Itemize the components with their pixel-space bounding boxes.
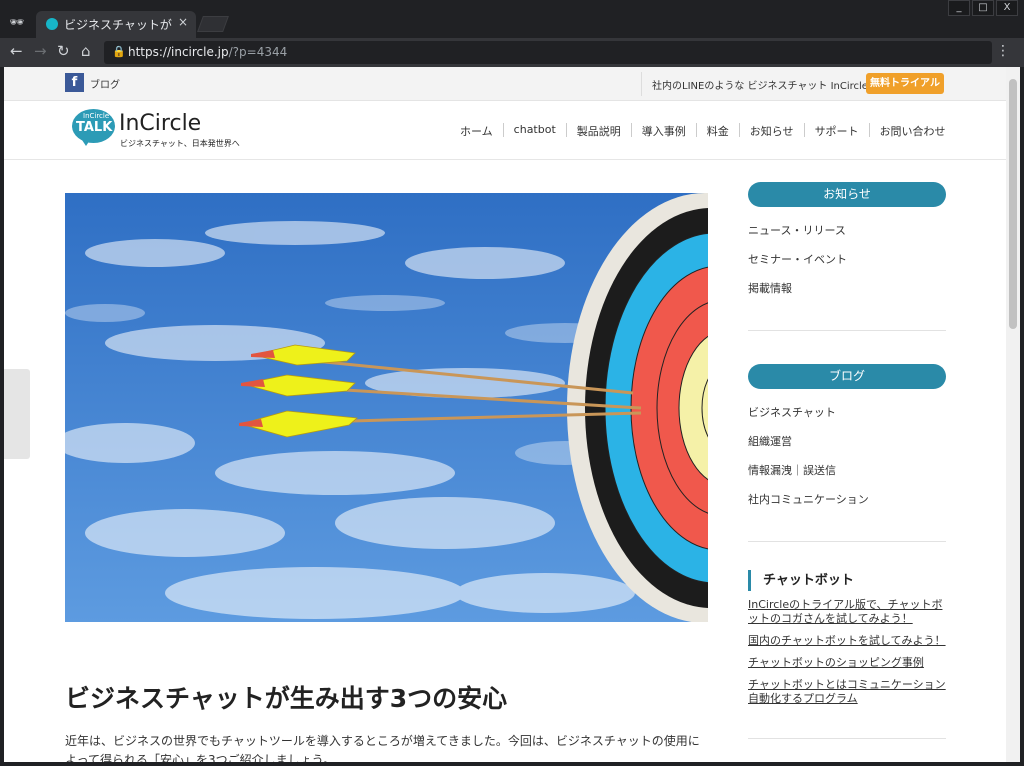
sidebar-news-link[interactable]: セミナー・イベント xyxy=(748,251,847,267)
new-tab-button[interactable] xyxy=(197,16,229,32)
nav-pricing[interactable]: 料金 xyxy=(695,123,739,138)
logo-small-text: InCircle xyxy=(83,112,110,120)
global-nav: ホーム chatbot 製品説明 導入事例 料金 お知らせ サポート お問い合わ… xyxy=(460,123,956,138)
scrollbar-thumb[interactable] xyxy=(1009,79,1017,329)
sidebar-blog-link[interactable]: ビジネスチャット xyxy=(748,404,836,420)
nav-news[interactable]: お知らせ xyxy=(738,123,804,138)
logo-talk-text: TALK xyxy=(76,120,113,135)
minimize-button[interactable]: _ xyxy=(948,0,970,16)
site-topbar: f ブログ 社内のLINEのような ビジネスチャット InCircle 無料トラ… xyxy=(4,67,1006,101)
sidebar-news-link[interactable]: 掲載情報 xyxy=(748,280,792,296)
topbar-divider xyxy=(641,72,642,96)
sidebar-news-heading[interactable]: お知らせ xyxy=(748,182,946,207)
sidebar-divider xyxy=(748,330,946,331)
article-intro: 近年は、ビジネスの世界でもチャットツールを導入するところが増えてきました。今回は… xyxy=(65,734,700,762)
sidebar-divider xyxy=(748,541,946,542)
logo-bubble-tail xyxy=(80,137,92,146)
url-host: https://incircle.jp xyxy=(128,45,229,59)
tab-title: ビジネスチャットが生み xyxy=(64,18,172,32)
favicon-icon xyxy=(46,18,58,30)
nav-home[interactable]: ホーム xyxy=(460,123,503,138)
browser-tabstrip: 🕶 ビジネスチャットが生み × _ □ X xyxy=(0,0,1024,38)
site-header: InCircle TALK InCircle ビジネスチャット、日本発世界へ ホ… xyxy=(4,101,1006,160)
sidebar-blog-link[interactable]: 社内コミュニケーション xyxy=(748,491,869,507)
logo-name[interactable]: InCircle xyxy=(119,111,201,136)
sidebar-chatbot-link[interactable]: チャットボットのショッピング事例 xyxy=(748,656,948,670)
nav-chatbot[interactable]: chatbot xyxy=(502,123,566,137)
nav-product[interactable]: 製品説明 xyxy=(565,123,631,138)
lock-icon: 🔒 xyxy=(112,45,126,58)
url-path: /?p=4344 xyxy=(228,45,288,59)
sidebar-divider xyxy=(748,738,946,739)
sidebar-blog-link[interactable]: 組織運営 xyxy=(748,433,792,449)
page-scrollbar[interactable] xyxy=(1006,67,1020,762)
nav-cases[interactable]: 導入事例 xyxy=(630,123,696,138)
free-trial-button[interactable]: 無料トライアル xyxy=(866,73,944,94)
browser-toolbar: ← → ↻ ⌂ 🔒 https://incircle.jp/?p=4344 ⋮ xyxy=(0,38,1024,67)
archery-target-illustration xyxy=(65,193,708,622)
sidebar-blog-heading[interactable]: ブログ xyxy=(748,364,946,389)
topbar-blog-link[interactable]: ブログ xyxy=(90,76,120,91)
browser-menu-icon[interactable]: ⋮ xyxy=(996,43,1010,59)
nav-contact[interactable]: お問い合わせ xyxy=(868,123,956,138)
page-viewport: f ブログ 社内のLINEのような ビジネスチャット InCircle 無料トラ… xyxy=(4,67,1020,762)
sidebar-chatbot-link[interactable]: 国内のチャットボットを試してみよう！ xyxy=(748,634,948,648)
home-icon[interactable]: ⌂ xyxy=(81,42,91,60)
article-title: ビジネスチャットが生み出す3つの安心 xyxy=(65,684,508,713)
back-icon[interactable]: ← xyxy=(10,42,23,60)
nav-support[interactable]: サポート xyxy=(803,123,869,138)
sidebar-chatbot-link[interactable]: InCircleのトライアル版で、チャットボットのコガさんを試してみよう！ xyxy=(748,598,948,626)
url-text: https://incircle.jp/?p=4344 xyxy=(128,45,287,59)
hero-image xyxy=(65,193,708,622)
reload-icon[interactable]: ↻ xyxy=(57,42,70,60)
side-drawer-tab[interactable] xyxy=(4,369,30,459)
maximize-button[interactable]: □ xyxy=(972,0,994,16)
sidebar-chatbot-link[interactable]: チャットボットとはコミュニケーション自動化するプログラム xyxy=(748,678,948,706)
window-controls: _ □ X xyxy=(946,0,1018,16)
close-window-button[interactable]: X xyxy=(996,0,1018,16)
facebook-icon[interactable]: f xyxy=(65,73,84,92)
address-bar[interactable]: 🔒 https://incircle.jp/?p=4344 xyxy=(104,41,992,64)
tab-close-icon[interactable]: × xyxy=(178,15,188,29)
logo-subtitle: ビジネスチャット、日本発世界へ xyxy=(120,139,240,148)
sidebar-chatbot-heading: チャットボット xyxy=(748,570,854,591)
forward-icon[interactable]: → xyxy=(34,42,47,60)
incognito-icon: 🕶 xyxy=(9,15,25,29)
site-tagline: 社内のLINEのような ビジネスチャット InCircle xyxy=(652,81,868,92)
browser-tab[interactable]: ビジネスチャットが生み × xyxy=(36,11,196,38)
sidebar-news-link[interactable]: ニュース・リリース xyxy=(748,222,846,238)
sidebar-blog-link[interactable]: 情報漏洩｜誤送信 xyxy=(748,462,836,478)
